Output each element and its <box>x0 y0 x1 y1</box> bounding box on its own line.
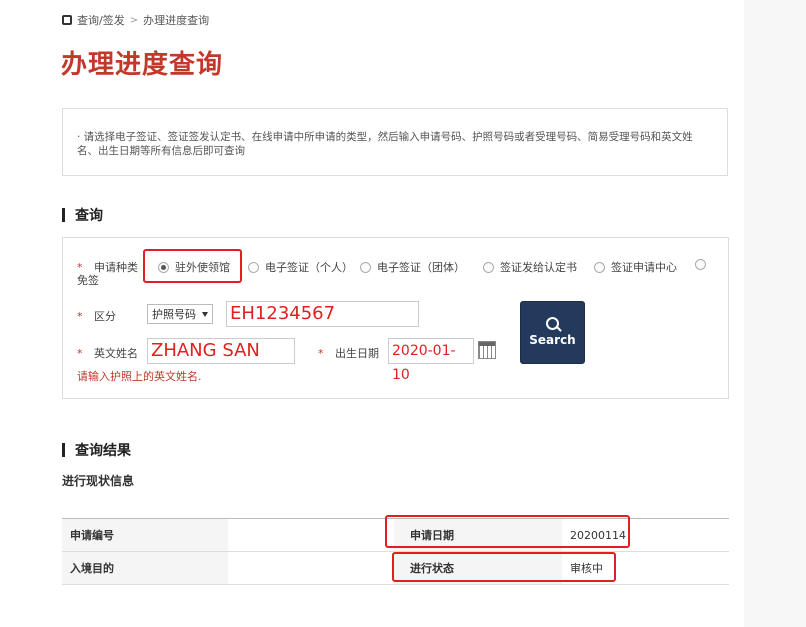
required-mark: * <box>77 310 83 323</box>
radio-evisa-individual[interactable]: 电子签证（个人） <box>248 259 353 275</box>
results-section-title: 查询结果 <box>75 443 131 459</box>
highlight-box <box>143 249 242 283</box>
breadcrumb-item-query[interactable]: 查询/签发 <box>77 12 125 28</box>
dob-label-row: * 出生日期 <box>318 345 379 361</box>
division-label: 区分 <box>94 310 116 323</box>
required-mark: * <box>318 347 324 360</box>
passport-number-input[interactable]: EH1234567 <box>226 301 419 327</box>
division-select[interactable]: 护照号码 <box>147 304 213 324</box>
name-hint: 请输入护照上的英文姓名. <box>77 370 202 383</box>
radio-certificate-label: 签证发给认定书 <box>500 261 577 274</box>
calendar-icon[interactable] <box>478 341 496 359</box>
type-label: 申请种类 <box>94 261 138 274</box>
radio-icon[interactable] <box>594 261 605 273</box>
entry-purpose-value <box>228 552 394 584</box>
entry-purpose-header: 入境目的 <box>62 552 228 584</box>
page: 查询/签发 > 办理进度查询 办理进度查询 · 请选择电子签证、签证签发认定书、… <box>0 0 806 627</box>
radio-evisa-group-label: 电子签证（团体） <box>377 261 465 274</box>
radio-application-center[interactable]: 签证申请中心 <box>594 259 677 275</box>
radio-certificate[interactable]: 签证发给认定书 <box>483 259 577 275</box>
highlight-box <box>392 552 616 582</box>
home-icon[interactable] <box>62 15 72 25</box>
application-number-value <box>228 519 394 551</box>
radio-evisa-individual-label: 电子签证（个人） <box>265 261 353 274</box>
dropdown-arrow-icon <box>202 311 208 317</box>
results-section-heading: 查询结果 <box>62 440 131 460</box>
radio-visa-free[interactable] <box>695 259 706 270</box>
dob-label: 出生日期 <box>335 347 379 360</box>
search-button[interactable]: Search <box>520 301 585 364</box>
heading-bar <box>62 208 65 222</box>
name-label: 英文姓名 <box>94 347 138 360</box>
dob-input[interactable]: 2020-01-10 <box>388 338 474 383</box>
radio-evisa-group[interactable]: 电子签证（团体） <box>360 259 465 275</box>
division-select-value: 护照号码 <box>152 308 196 321</box>
search-button-label: Search <box>529 333 576 347</box>
progress-info-title: 进行现状信息 <box>62 474 135 488</box>
radio-icon[interactable] <box>483 261 494 273</box>
application-number-header: 申请编号 <box>62 519 228 551</box>
query-section-heading: 查询 <box>62 205 103 225</box>
breadcrumb-separator: > <box>129 14 139 26</box>
radio-icon[interactable] <box>695 259 706 270</box>
radio-visa-free-label: 免签 <box>77 274 99 287</box>
heading-bar <box>62 443 65 457</box>
radio-application-center-label: 签证申请中心 <box>611 261 677 274</box>
page-title: 办理进度查询 <box>61 50 224 80</box>
breadcrumb-item-current: 办理进度查询 <box>143 14 210 27</box>
magnifier-icon <box>545 317 560 331</box>
name-label-row: * 英文姓名 <box>77 345 138 361</box>
notice-box: · 请选择电子签证、签证签发认定书、在线申请中所申请的类型，然后输入申请号码、护… <box>62 108 728 176</box>
radio-icon[interactable] <box>360 261 371 273</box>
breadcrumb: 查询/签发 > 办理进度查询 <box>62 12 209 28</box>
division-label-row: * 区分 <box>77 308 116 324</box>
required-mark: * <box>77 347 83 360</box>
right-gutter <box>744 0 806 627</box>
highlight-box <box>385 515 630 548</box>
query-section-title: 查询 <box>75 208 103 224</box>
english-name-input[interactable]: ZHANG SAN <box>147 338 295 364</box>
radio-icon[interactable] <box>248 261 259 273</box>
